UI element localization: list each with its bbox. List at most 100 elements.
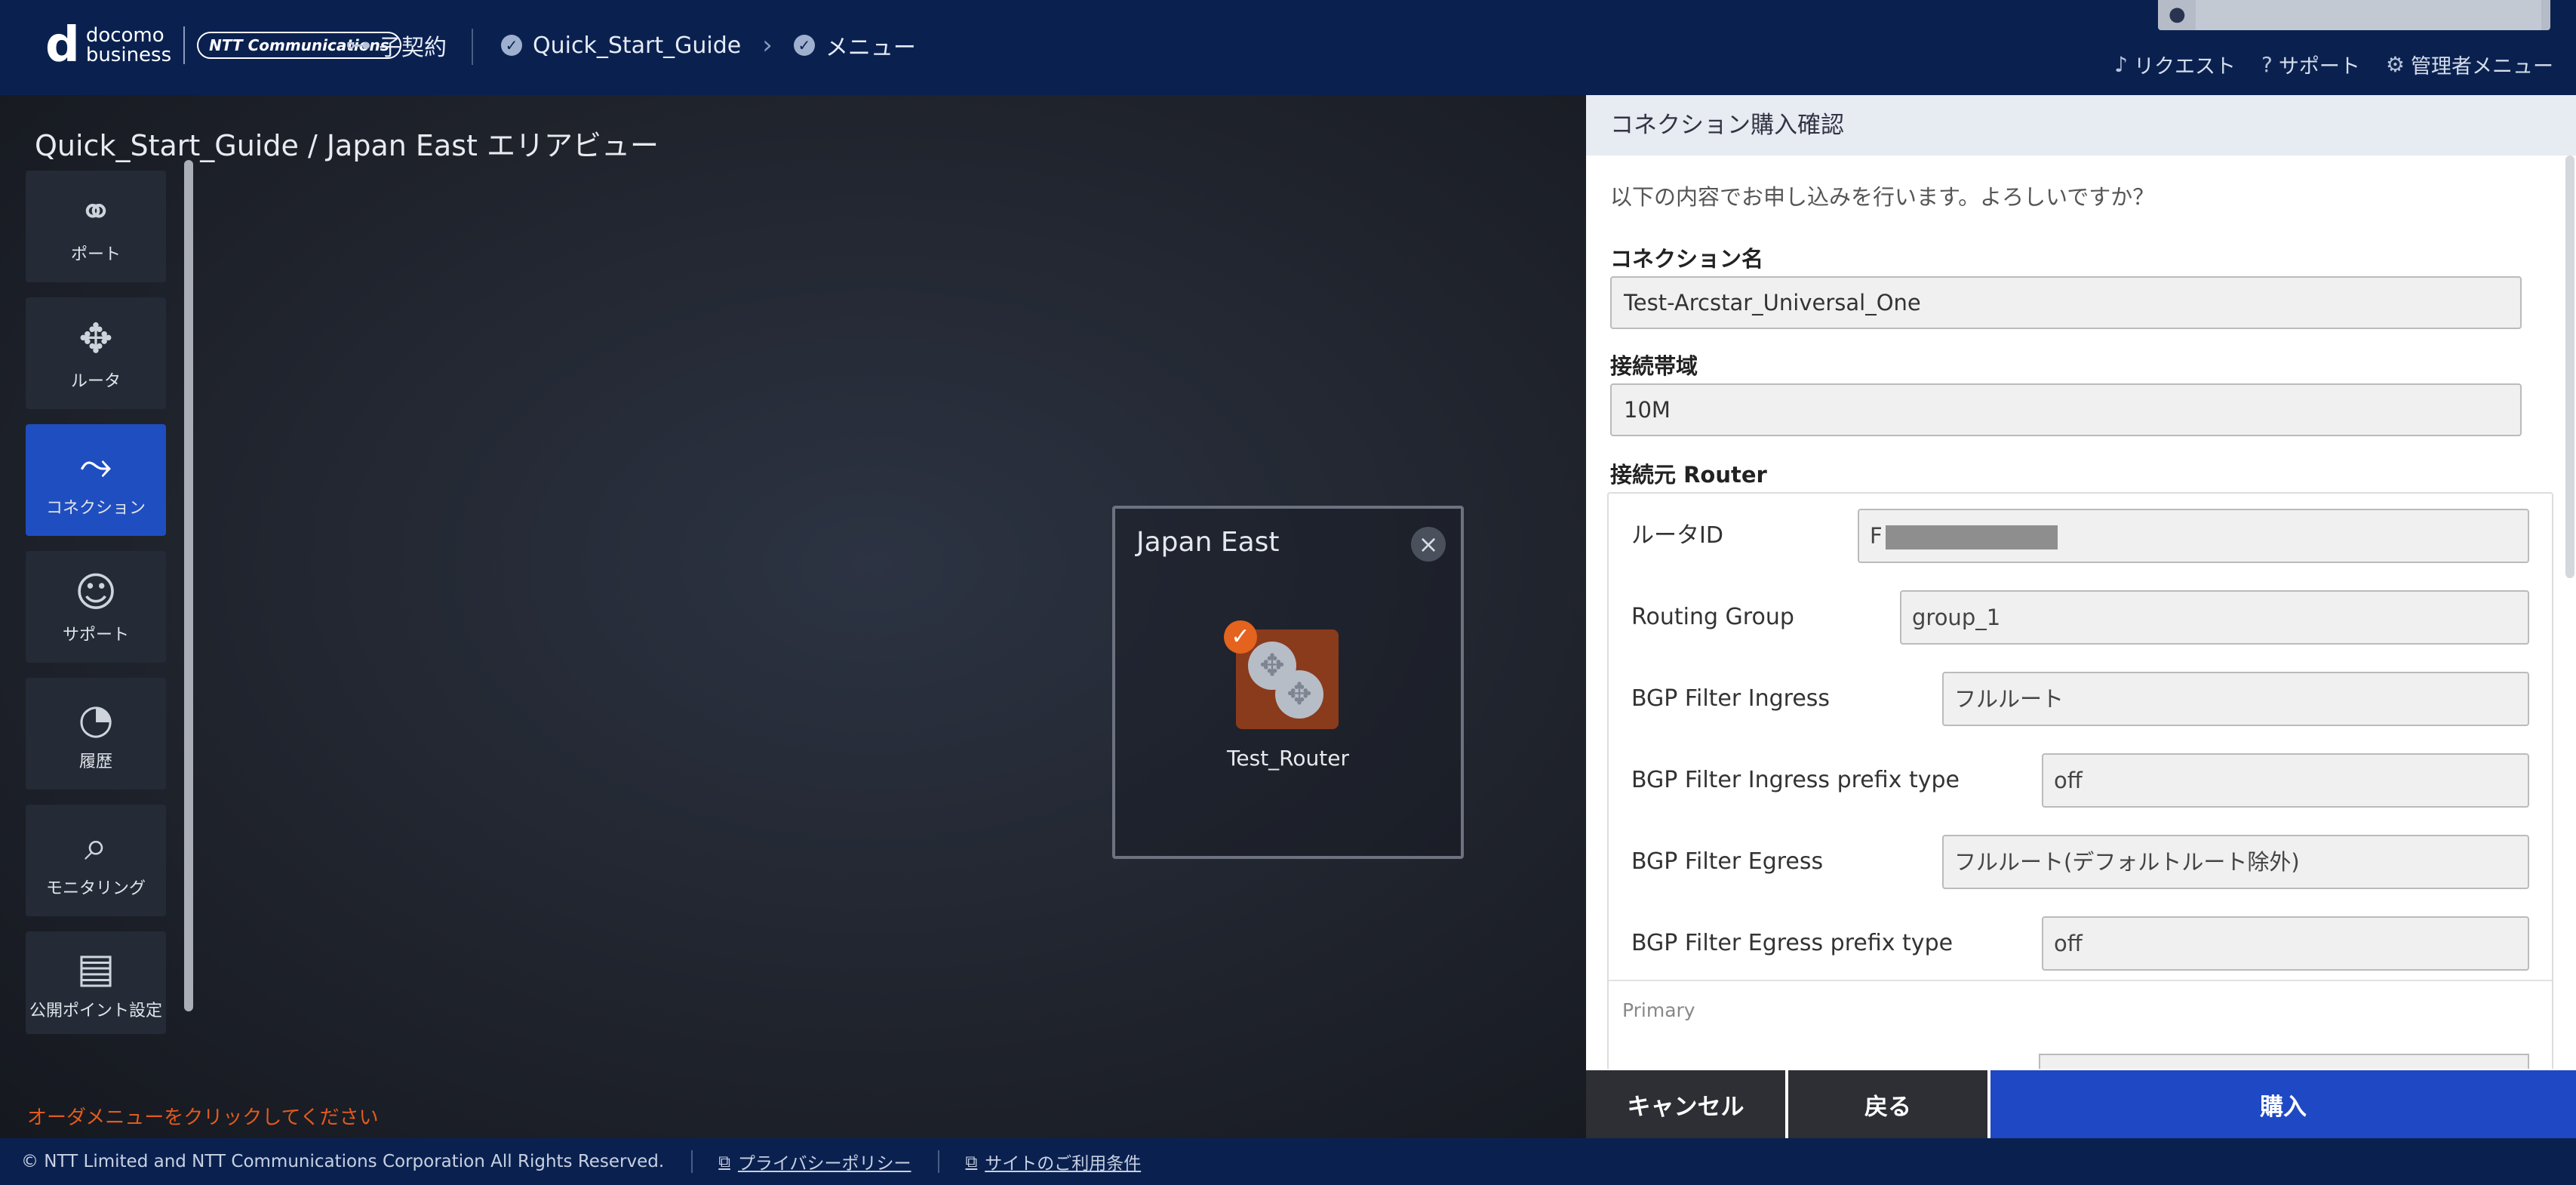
bgp-egress-prefix-field: off: [2042, 916, 2529, 971]
logo-brand-top: docomo: [85, 24, 164, 47]
router-icon: ✥: [78, 315, 113, 362]
top-header: d docomo business NTT Communications ⊶ 子…: [0, 0, 2576, 95]
region-title: Japan East: [1136, 527, 1280, 558]
user-name-field: [2196, 0, 2541, 30]
support-user-icon: ☺: [74, 568, 118, 616]
panel-scrollbar[interactable]: [2565, 155, 2574, 578]
bgp-ingress-label: BGP Filter Ingress: [1631, 685, 1831, 712]
sidebar-item-monitoring[interactable]: ⌕ モニタリング: [26, 805, 166, 916]
router-label: Test_Router: [1227, 746, 1349, 771]
footer: © NTT Limited and NTT Communications Cor…: [0, 1138, 2576, 1185]
sidebar-item-label: モニタリング: [45, 879, 146, 898]
sidebar-item-label: ルータ: [70, 372, 121, 391]
connection-name-label: コネクション名: [1610, 246, 1764, 272]
public-point-icon: ▤: [76, 944, 115, 992]
privacy-policy-label: プライバシーポリシー: [737, 1154, 911, 1174]
bgp-egress-prefix-label: BGP Filter Egress prefix type: [1631, 930, 1954, 956]
bgp-egress-label: BGP Filter Egress: [1631, 848, 1824, 875]
chevron-right-icon: ›: [762, 30, 773, 60]
footer-divider: [938, 1150, 940, 1173]
source-router-label: 接続元 Router: [1610, 462, 1767, 488]
router-id-label: ルータID: [1631, 522, 1723, 549]
check-circle-icon: ✓: [793, 35, 815, 56]
page-title: Quick_Start_Guide / Japan East エリアビュー: [35, 129, 659, 162]
panel-body[interactable]: 以下の内容でお申し込みを行います。よろしいですか？ コネクション名 Test-A…: [1586, 155, 2576, 1069]
monitoring-icon: ⌕: [84, 822, 108, 870]
bgp-ingress-field: フルルート: [1942, 672, 2529, 726]
sidebar-item-history[interactable]: ◔ 履歴: [26, 678, 166, 789]
gear-icon: ⚙: [2385, 52, 2405, 77]
redacted-value: [1885, 525, 2058, 549]
router-id-value: F: [1870, 523, 1883, 549]
purchase-button[interactable]: 購入: [1990, 1070, 2576, 1138]
logo-brand-bottom: business: [85, 44, 172, 66]
router-icon: ✥: [1275, 670, 1323, 719]
bandwidth-field: 10M: [1610, 383, 2522, 436]
history-icon: ◔: [78, 695, 114, 743]
copyright: © NTT Limited and NTT Communications Cor…: [21, 1152, 665, 1171]
section-divider: [1609, 980, 2552, 981]
hierarchy-icon: ⊶: [346, 30, 371, 60]
routing-group-label: Routing Group: [1631, 604, 1794, 630]
sidebar-item-label: ポート: [70, 245, 121, 264]
area-view-canvas[interactable]: Quick_Start_Guide / Japan East エリアビュー ⚭ …: [0, 95, 1586, 1138]
connection-name-field: Test-Arcstar_Universal_One: [1610, 276, 2522, 329]
order-hint: オーダメニューをクリックしてください: [27, 1107, 379, 1129]
back-button[interactable]: 戻る: [1788, 1070, 1990, 1138]
logo-d-mark: d: [45, 17, 80, 73]
action-bar: キャンセル 戻る 購入: [1586, 1070, 2576, 1138]
breadcrumb: ✓ Quick_Start_Guide › ✓ メニュー: [501, 29, 916, 62]
routing-group-field: group_1: [1900, 590, 2529, 645]
panel-title: コネクション購入確認: [1586, 95, 2576, 155]
support-label: サポート: [2278, 55, 2360, 78]
primary-label: Primary: [1622, 999, 1695, 1021]
external-link-icon: ⧉: [718, 1152, 730, 1171]
selected-check-icon: ✓: [1224, 620, 1257, 654]
breadcrumb-project[interactable]: Quick_Start_Guide: [533, 32, 741, 59]
check-circle-icon: ✓: [501, 35, 522, 56]
terms-link[interactable]: ⧉ サイトのご利用条件: [965, 1149, 1141, 1174]
breadcrumb-menu[interactable]: メニュー: [825, 29, 916, 62]
sidebar-item-port[interactable]: ⚭ ポート: [26, 171, 166, 282]
support-link[interactable]: ? サポート: [2261, 50, 2360, 79]
help-circle-icon: ?: [2261, 52, 2273, 77]
sidebar-item-public-point[interactable]: ▤ 公開ポイント設定: [26, 931, 166, 1034]
user-icon: ●: [2169, 3, 2186, 26]
bgp-egress-field: フルルート(デフォルトルート除外): [1942, 835, 2529, 889]
privacy-policy-link[interactable]: ⧉ プライバシーポリシー: [718, 1149, 911, 1174]
bgp-ingress-prefix-field: off: [2042, 753, 2529, 808]
external-link-icon: ⧉: [965, 1152, 978, 1171]
sub-contract-link[interactable]: ⊶ 子契約: [346, 29, 447, 62]
bgp-ingress-prefix-label: BGP Filter Ingress prefix type: [1631, 767, 1960, 793]
sidebar-item-label: コネクション: [45, 499, 146, 518]
purchase-confirm-panel: コネクション購入確認 以下の内容でお申し込みを行います。よろしいですか？ コネク…: [1586, 95, 2576, 1138]
confirm-message: 以下の内容でお申し込みを行います。よろしいですか？: [1610, 184, 2155, 210]
sidebar-item-connection[interactable]: ⤳ コネクション: [26, 424, 166, 536]
port-icon: ⚭: [78, 188, 113, 235]
region-card-japan-east[interactable]: Japan East × ✥ ✥ ✓ Test_Router: [1112, 506, 1464, 859]
request-label: リクエスト: [2134, 55, 2236, 78]
terms-label: サイトのご利用条件: [985, 1154, 1142, 1174]
request-link[interactable]: ♪ リクエスト: [2114, 50, 2236, 79]
cancel-button[interactable]: キャンセル: [1586, 1070, 1788, 1138]
sidebar-item-label: 公開ポイント設定: [29, 1002, 162, 1020]
sidebar-item-label: 履歴: [78, 753, 112, 771]
user-account-box[interactable]: ●: [2158, 0, 2550, 30]
sub-contract-label: 子契約: [379, 35, 447, 61]
close-icon[interactable]: ×: [1411, 527, 1446, 562]
sidebar-item-label: サポート: [62, 626, 129, 645]
nav-divider: [472, 29, 473, 65]
admin-menu-label: 管理者メニュー: [2411, 55, 2553, 78]
bell-icon: ♪: [2114, 52, 2129, 77]
footer-divider: [691, 1150, 693, 1173]
bandwidth-label: 接続帯域: [1610, 353, 1698, 379]
primary-field: [2039, 1054, 2529, 1069]
logo-divider: [183, 26, 186, 64]
sidebar-item-support[interactable]: ☺ サポート: [26, 551, 166, 663]
connection-icon: ⤳: [79, 442, 112, 489]
sidebar-item-router[interactable]: ✥ ルータ: [26, 297, 166, 409]
order-sidebar: ⚭ ポート ✥ ルータ ⤳ コネクション ☺ サポート ◔ 履歴 ⌕ モニタリン…: [26, 171, 166, 1049]
header-links: ♪ リクエスト ? サポート ⚙ 管理者メニュー: [2089, 50, 2553, 79]
admin-menu-link[interactable]: ⚙ 管理者メニュー: [2386, 50, 2553, 79]
sidebar-scrollbar[interactable]: [184, 160, 193, 1011]
